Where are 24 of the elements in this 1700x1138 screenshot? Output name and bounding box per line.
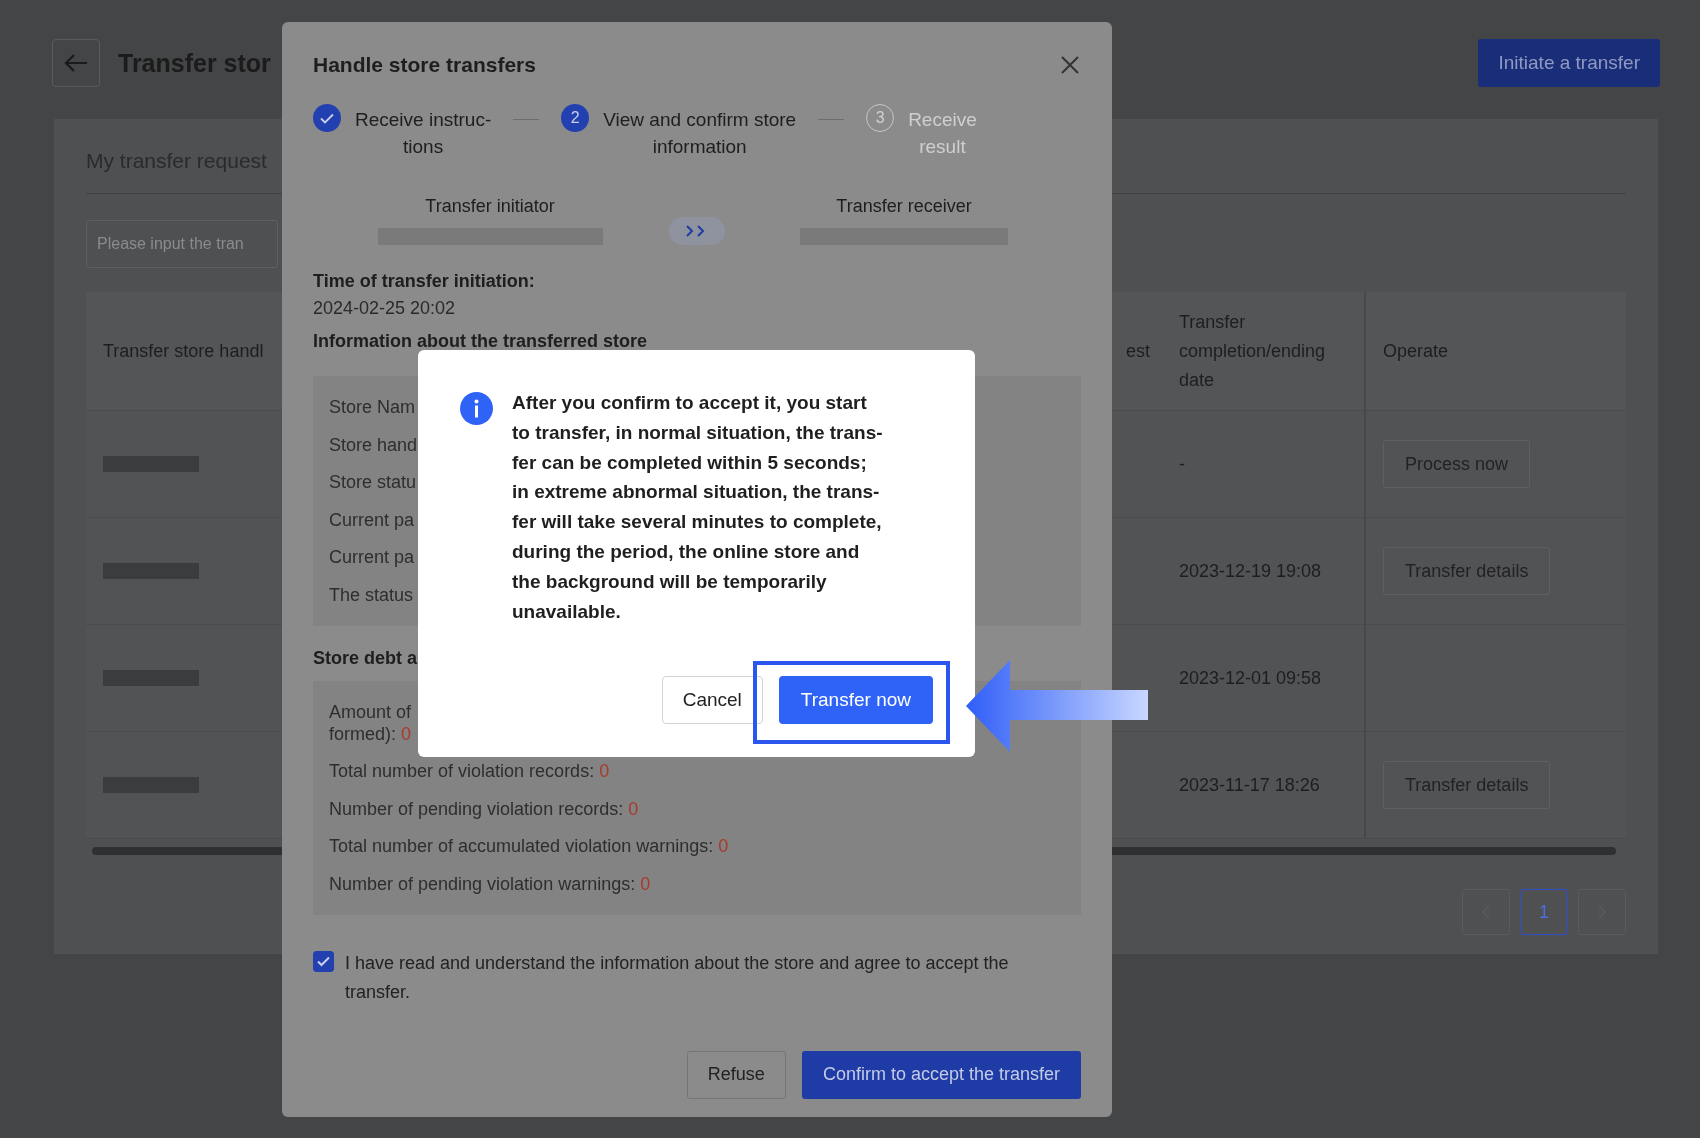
info-row: Store hand	[329, 433, 418, 456]
info-row: The status	[329, 583, 414, 606]
agreement-text: I have read and understand the information about the store and agree to accept the transfer.	[345, 951, 1010, 1004]
info-row: Store statu	[329, 471, 417, 493]
column-header: Operate	[1364, 292, 1626, 411]
time-label: Time of transfer initiation:	[313, 271, 536, 292]
table-cell: -	[1162, 411, 1364, 518]
section-heading: Information about the transferred store	[313, 331, 649, 352]
step-number: 2	[561, 104, 590, 132]
initiator-label: Transfer initiator	[425, 196, 555, 217]
debt-row: Number of pending violation records: 0	[329, 797, 639, 820]
info-row: Current pa	[329, 508, 415, 531]
debt-row: Number of pending violation warnings: 0	[329, 872, 651, 895]
receiver-label: Transfer receiver	[836, 196, 972, 217]
debt-row: Total number of accumulated violation warnings: 0	[329, 835, 729, 857]
modal-title: Handle store transfers	[313, 53, 536, 77]
section-heading: Store debt a	[313, 647, 419, 669]
debt-row: Total number of violation records: 0	[329, 760, 610, 782]
table-cell: 2023-11-17 18:26	[1162, 732, 1364, 839]
time-value: 2024-02-25 20:02	[313, 298, 457, 319]
info-row: Current pa	[329, 546, 415, 568]
debt-row: Amount of formed): 0	[329, 700, 412, 745]
table-cell: 2023-12-19 19:08	[1162, 518, 1364, 625]
table-cell: 2023-12-01 09:58	[1162, 625, 1364, 732]
